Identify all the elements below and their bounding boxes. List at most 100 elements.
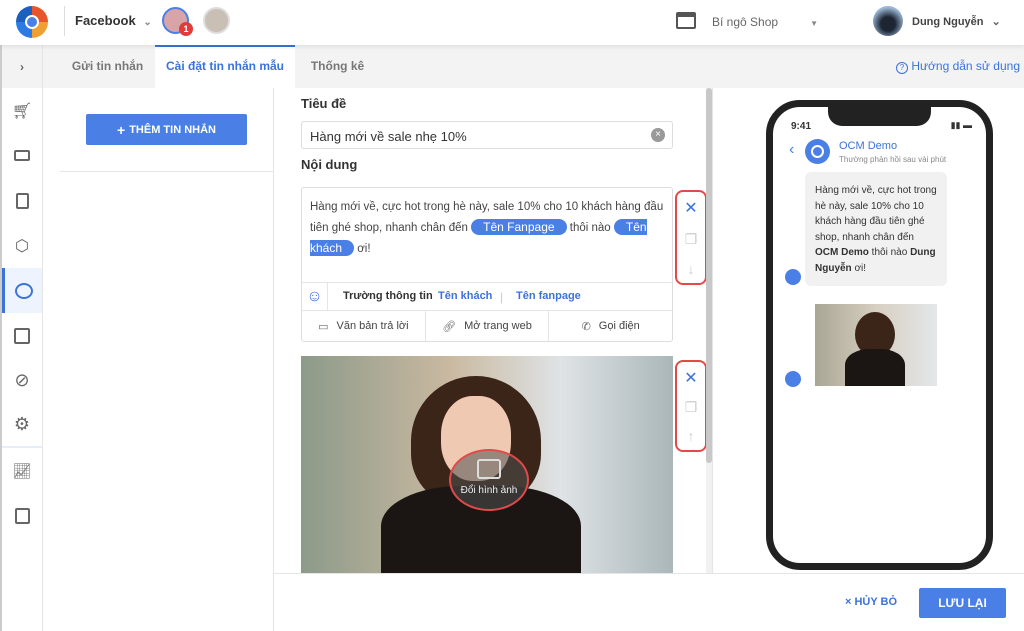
phone-icon: ✆	[581, 320, 591, 333]
preview-text: thôi nào	[868, 247, 911, 258]
help-label: Hướng dẫn sử dụng	[911, 59, 1020, 73]
schedule-icon	[14, 507, 30, 524]
cart-icon: 🛒︎	[11, 102, 33, 120]
page-name: OCM Demo	[839, 140, 898, 152]
sidebar-item-forms[interactable]	[2, 313, 42, 358]
emoji-icon: ☺	[306, 287, 323, 305]
title-value: Hàng mới về sale nhẹ 10%	[310, 129, 467, 144]
page-avatar	[805, 139, 830, 164]
top-bar: Facebook ⌄ 1 Bí ngô Shop ▼ Dung Nguyễn ⌄	[0, 0, 1024, 45]
user-menu[interactable]: Dung Nguyễn ⌄	[912, 15, 1001, 28]
change-image-button[interactable]: Đổi hình ảnh	[449, 449, 529, 511]
signal-battery-icon: ▮▮ ▬	[950, 120, 972, 130]
duplicate-icon[interactable]: ❐	[685, 231, 698, 248]
user-avatar[interactable]	[873, 6, 903, 36]
add-message-button[interactable]: + THÊM TIN NHẮN	[86, 114, 247, 145]
title-label: Tiêu đề	[301, 96, 347, 111]
duplicate-icon[interactable]: ❐	[685, 399, 698, 416]
title-input[interactable]: Hàng mới về sale nhẹ 10% ×	[301, 121, 673, 149]
platform-label: Facebook	[75, 13, 136, 28]
phone-notch	[828, 106, 931, 126]
divider	[64, 6, 65, 36]
arrow-up-icon[interactable]: ↑	[688, 428, 695, 444]
reply-text-button[interactable]: ▭ Văn bản trả lời	[302, 311, 426, 341]
cancel-button[interactable]: × HỦY BỎ	[845, 596, 897, 608]
tab-bar: Gửi tin nhắn Cài đặt tin nhắn mẫu Thống …	[43, 45, 1024, 88]
shop-select[interactable]: Bí ngô Shop ▼	[712, 15, 818, 29]
arrow-down-icon[interactable]: ↓	[688, 261, 695, 277]
sidebar-item-products[interactable]: ⬡	[2, 223, 42, 268]
back-icon[interactable]: ‹	[789, 141, 794, 159]
insert-customer-name[interactable]: Tên khách	[438, 290, 492, 302]
close-icon[interactable]: ✕	[684, 368, 697, 388]
insert-fanpage-name[interactable]: Tên fanpage	[516, 290, 581, 302]
emoji-button[interactable]: ☺	[302, 283, 328, 310]
status-time: 9:41	[791, 121, 812, 132]
sidebar-item-livestream[interactable]	[2, 133, 42, 178]
document-icon	[15, 192, 29, 209]
user-name: Dung Nguyễn	[912, 16, 984, 28]
template-list-panel: + THÊM TIN NHẮN	[60, 88, 274, 631]
field-toolbar: ☺ Trường thông tin Tên khách | Tên fanpa…	[302, 282, 672, 311]
content-label: Nội dung	[301, 157, 358, 172]
call-label: Gọi điện	[598, 320, 640, 332]
notification-badge: 1	[179, 22, 193, 36]
sidebar-item-reports[interactable]: 📈︎	[2, 448, 42, 493]
phone-preview: 9:41 ▮▮ ▬ ‹ OCM Demo Thường phản hồi sau…	[766, 100, 993, 570]
close-icon[interactable]: ✕	[684, 198, 697, 218]
add-message-label: THÊM TIN NHẮN	[129, 123, 216, 136]
chart-icon: 📈︎	[12, 462, 32, 480]
block-icon: ⊘	[14, 370, 30, 390]
sidebar-item-settings[interactable]: ⚙	[2, 403, 42, 448]
open-web-label: Mở trang web	[464, 320, 532, 332]
expand-sidebar-button[interactable]: ›	[2, 45, 42, 88]
message-image: Đổi hình ảnh	[301, 356, 673, 573]
clear-icon[interactable]: ×	[651, 128, 665, 142]
chevron-down-icon: ⌄	[143, 17, 152, 28]
preview-fanpage: OCM Demo	[815, 247, 869, 258]
preview-text: ơi!	[851, 262, 867, 274]
image-block-actions: ✕ ❐ ↑	[675, 360, 707, 452]
change-image-label: Đổi hình ảnh	[460, 485, 518, 496]
preview-image	[815, 304, 937, 386]
fanpage-chip[interactable]: Tên Fanpage	[471, 219, 567, 235]
text-block-actions: ✕ ❐ ↓	[675, 190, 707, 285]
page-avatar-small	[785, 371, 801, 387]
preview-message-bubble: Hàng mới về, cực hot trong hè này, sale …	[805, 172, 947, 286]
shop-icon	[676, 12, 696, 29]
platform-select[interactable]: Facebook ⌄	[75, 13, 152, 28]
sidebar-item-orders[interactable]: 🛒︎	[2, 88, 42, 133]
reply-text-label: Văn bản trả lời	[336, 320, 409, 332]
tab-statistics[interactable]: Thống kê	[295, 45, 380, 88]
footer: × HỦY BỎ LƯU LẠI	[274, 573, 1024, 631]
plus-icon: +	[117, 121, 126, 138]
help-icon: ?	[895, 62, 908, 74]
messenger-icon	[14, 282, 33, 299]
message-buttons: ▭ Văn bản trả lời 🔗︎ Mở trang web ✆ Gọi điệ…	[302, 311, 672, 341]
sidebar: › 🛒︎ ⬡ ⊘ ⚙ 📈︎	[0, 45, 43, 631]
save-button[interactable]: LƯU LẠI	[919, 588, 1006, 618]
app-logo[interactable]	[16, 6, 48, 38]
page-avatar-small	[785, 269, 801, 285]
chevron-down-icon: ⌄	[991, 16, 1001, 28]
sidebar-item-messages[interactable]	[2, 268, 42, 313]
chat-icon: ▭	[318, 320, 329, 333]
box-icon: ⬡	[15, 237, 29, 255]
sidebar-item-schedule[interactable]	[2, 493, 42, 538]
tab-template-settings[interactable]: Cài đặt tin nhắn mẫu	[155, 45, 295, 88]
content-text: ơi!	[357, 243, 371, 255]
call-button[interactable]: ✆ Gọi điện	[549, 311, 672, 341]
preview-text: Hàng mới về, cực hot trong hè này, sale …	[815, 185, 937, 243]
fields-label: Trường thông tin	[343, 290, 433, 302]
open-web-button[interactable]: 🔗︎ Mở trang web	[426, 311, 550, 341]
sidebar-item-blocked[interactable]: ⊘	[2, 358, 42, 403]
link-icon: 🔗︎	[442, 320, 457, 333]
divider	[712, 88, 713, 573]
page-avatar[interactable]	[203, 7, 230, 34]
tab-send-message[interactable]: Gửi tin nhắn	[60, 45, 155, 88]
content-textarea[interactable]: Hàng mới về, cực hot trong hè này, sale …	[310, 197, 665, 259]
help-link[interactable]: ? Hướng dẫn sử dụng	[895, 59, 1020, 74]
shop-name: Bí ngô Shop	[712, 15, 779, 29]
chevron-right-icon: ›	[20, 59, 24, 74]
sidebar-item-posts[interactable]	[2, 178, 42, 223]
